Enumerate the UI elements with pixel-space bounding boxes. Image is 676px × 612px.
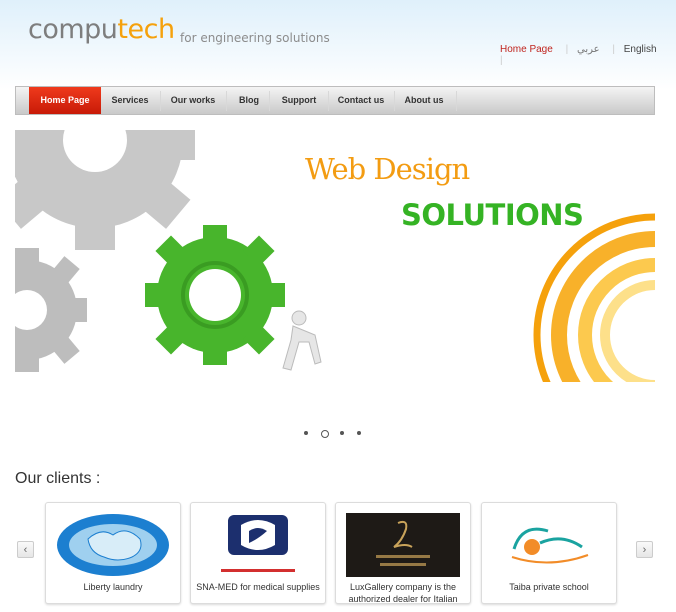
home-page-link[interactable]: Home Page: [500, 44, 553, 55]
logo-part1: compu: [28, 14, 118, 45]
arabic-link[interactable]: عربي: [577, 44, 600, 55]
client-caption: Liberty laundry: [83, 582, 143, 592]
client-card[interactable]: LuxGallery company is the authorized dea…: [335, 502, 471, 604]
client-caption: LuxGallery company is the authorized dea…: [348, 582, 458, 604]
separator: |: [565, 44, 569, 55]
separator: |: [612, 44, 615, 55]
clients-heading: Our clients :: [15, 470, 101, 487]
language-links: Home Page | عربي | English |: [500, 44, 676, 66]
carousel-next-button[interactable]: ›: [636, 541, 653, 558]
nav-item-our-works[interactable]: Our works: [162, 87, 224, 114]
nav-item-services[interactable]: Services: [102, 87, 158, 114]
nav-item-blog[interactable]: Blog: [228, 87, 270, 114]
nav-divider: [394, 91, 395, 111]
slider-dot[interactable]: [357, 431, 361, 435]
slider-dot[interactable]: [304, 431, 308, 435]
nav-divider: [160, 91, 161, 111]
client-card[interactable]: Liberty laundry: [45, 502, 181, 604]
banner-line-solutions: SOLUTIONS: [401, 198, 584, 232]
nav-divider: [269, 91, 270, 111]
hero-banner[interactable]: Web Design SOLUTIONS: [15, 130, 655, 382]
compu-tech-logo[interactable]: computech: [28, 14, 175, 54]
snamed-logo: [221, 515, 295, 572]
client-card[interactable]: Taiba private school: [481, 502, 617, 604]
person-figure-icon: [282, 310, 322, 371]
slider-dot[interactable]: [340, 431, 344, 435]
we-care-you-wear-logo: [57, 514, 169, 576]
orange-rings-icon: [533, 213, 655, 382]
carousel-prev-button[interactable]: ‹: [17, 541, 34, 558]
nav-divider: [456, 91, 457, 111]
banner-line-web-design: Web Design: [305, 152, 470, 186]
slider-dot-active[interactable]: [321, 430, 329, 438]
separator: |: [500, 55, 503, 66]
client-caption: SNA-MED for medical supplies: [196, 582, 320, 592]
main-navigation: Home Page Services Our works Blog Suppor…: [15, 86, 655, 115]
nav-item-about-us[interactable]: About us: [396, 87, 452, 114]
nav-item-contact-us[interactable]: Contact us: [330, 87, 392, 114]
nav-item-home-page[interactable]: Home Page: [29, 87, 101, 114]
client-caption: Taiba private school: [509, 582, 589, 592]
nav-divider: [226, 91, 227, 111]
nav-divider: [328, 91, 329, 111]
lux-gallery-logo: [346, 513, 460, 577]
client-card[interactable]: SNA-MED for medical supplies: [190, 502, 326, 604]
nav-item-support[interactable]: Support: [271, 87, 327, 114]
logo-part2: tech: [117, 14, 175, 45]
tagline: for engineering solutions: [180, 31, 330, 45]
taiba-school-logo: [511, 527, 589, 564]
english-link[interactable]: English: [624, 44, 657, 55]
